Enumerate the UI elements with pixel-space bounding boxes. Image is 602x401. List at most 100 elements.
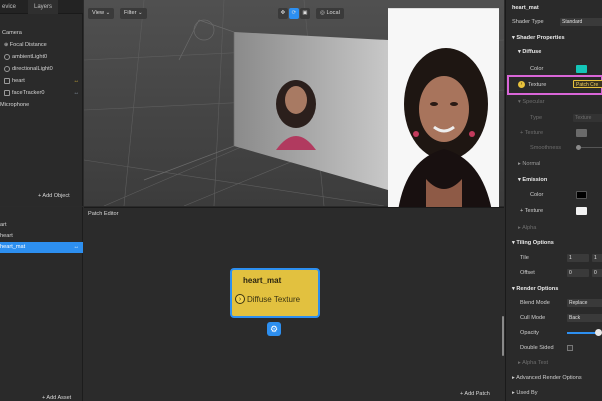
spec-texture-label: Texture	[524, 130, 544, 136]
emission-header[interactable]: ▾ Emission	[518, 174, 602, 186]
view-dropdown[interactable]: View ⌄	[88, 8, 115, 19]
tile-label: Tile	[520, 255, 529, 261]
patch-editor-title: Patch Editor	[88, 211, 119, 217]
shader-props-label: Shader Properties	[516, 35, 565, 41]
emission-color-swatch[interactable]	[576, 191, 587, 199]
render-options-header[interactable]: ▾ Render Options	[512, 283, 602, 295]
layer-item-label: ambientLight0	[12, 54, 48, 60]
asset-item-label: art	[0, 222, 7, 228]
double-sided-checkbox[interactable]	[567, 345, 573, 351]
asset-item[interactable]: art	[0, 220, 83, 231]
layer-item-facetracker[interactable]: faceTracker0 ↔	[0, 88, 83, 99]
offset-x-input[interactable]: 0	[567, 269, 589, 277]
layer-item-label: Camera	[2, 30, 22, 36]
face-tracker-icon	[4, 89, 10, 96]
local-toggle[interactable]: ◎ Local	[316, 8, 344, 19]
add-object-button[interactable]: + Add Object	[38, 193, 70, 199]
offset-label: Offset	[520, 270, 535, 276]
inspector-panel: heart_mat Shader Type Standard ▾ Shader …	[505, 0, 602, 401]
layer-item-label: Focal Distance	[9, 42, 47, 48]
node-port-label: Diffuse Texture	[247, 295, 301, 304]
layers-tabbar: evice Layers	[0, 0, 83, 14]
advanced-render-header[interactable]: ▸ Advanced Render Options	[512, 372, 602, 384]
layers-panel: evice Layers Camera ⊕ Focal Distance amb…	[0, 0, 83, 206]
shader-properties-header[interactable]: ▾ Shader Properties	[512, 32, 602, 44]
patch-editor[interactable]: Patch Editor heart_mat › Diffuse Texture…	[84, 207, 504, 401]
asset-item-label: heart	[0, 233, 13, 239]
smoothness-label: Smoothness	[530, 145, 562, 151]
advanced-label: Advanced Render Options	[516, 375, 582, 381]
normal-header[interactable]: ▸ Normal	[518, 158, 602, 170]
link-badge: ↔	[73, 78, 79, 84]
mesh-icon	[4, 77, 10, 84]
assets-panel: art heart heart_mat ↔ + Add Asset	[0, 207, 83, 401]
normal-label: Normal	[522, 161, 541, 167]
layer-item-heart[interactable]: heart ↔	[0, 76, 83, 87]
inspector-title: heart_mat	[512, 5, 539, 11]
emission-texture-label: Texture	[524, 208, 544, 214]
layer-item-microphone[interactable]: Microphone	[0, 100, 83, 111]
specular-header[interactable]: ▾ Specular	[518, 96, 602, 108]
spec-texture-swatch[interactable]	[576, 129, 587, 137]
tile-y-input[interactable]: 1	[592, 254, 602, 262]
spec-texture-row: + Texture	[520, 127, 602, 139]
gear-icon[interactable]: ⚙	[267, 322, 281, 336]
emission-color-label: Color	[530, 192, 544, 198]
layer-item-label: directionalLight0	[12, 66, 53, 72]
specular-label: Specular	[522, 99, 545, 105]
focal-icon: ⊕	[4, 42, 9, 48]
add-asset-button[interactable]: + Add Asset	[42, 395, 71, 401]
alpha-header[interactable]: ▸ Alpha	[518, 222, 602, 234]
tab-device[interactable]: evice	[0, 0, 22, 14]
layer-item-label: heart	[12, 78, 25, 84]
asset-item[interactable]: heart	[0, 231, 83, 242]
opacity-knob[interactable]	[595, 329, 602, 336]
emission-texture-swatch[interactable]	[576, 207, 587, 215]
asset-item-selected[interactable]: heart_mat ↔	[0, 242, 83, 253]
type-select[interactable]: Texture	[573, 114, 602, 122]
link-badge: ↔	[73, 244, 79, 250]
diffuse-header[interactable]: ▾ Diffuse	[518, 46, 602, 58]
patch-node-heart-mat[interactable]: heart_mat › Diffuse Texture	[230, 268, 320, 318]
alpha-label: Alpha	[522, 225, 537, 231]
layer-item-ambientlight[interactable]: ambientLight0	[0, 52, 83, 63]
diffuse-color-swatch[interactable]	[576, 65, 587, 73]
alpha-test-header[interactable]: ▸ Alpha Test	[518, 357, 602, 369]
render-label: Render Options	[516, 286, 559, 292]
tile-x-input[interactable]: 1	[567, 254, 589, 262]
camera-preview	[388, 8, 499, 210]
shader-type-select[interactable]: Standard	[560, 18, 602, 26]
node-title: heart_mat	[243, 276, 282, 285]
local-label: Local	[326, 10, 340, 16]
layer-item-directionallight[interactable]: directionalLight0	[0, 64, 83, 75]
patch-link-icon[interactable]: ›	[518, 81, 525, 88]
scrollbar[interactable]	[502, 316, 504, 356]
used-by-header[interactable]: ▸ Used By	[512, 387, 602, 399]
layer-item-camera[interactable]: Camera	[0, 28, 83, 39]
emission-label: Emission	[522, 177, 548, 183]
alpha-test-label: Alpha Test	[522, 360, 549, 366]
input-port-icon[interactable]: ›	[235, 294, 245, 304]
layer-item-focal-distance[interactable]: ⊕ Focal Distance	[0, 40, 83, 51]
tiling-options-header[interactable]: ▾ Tiling Options	[512, 237, 602, 249]
light-icon	[4, 53, 10, 60]
move-tool-icon[interactable]: ✥	[278, 8, 288, 19]
light-icon	[4, 65, 10, 72]
scale-tool-icon[interactable]: ▣	[300, 8, 310, 19]
scene-viewport[interactable]: View ⌄ Filter ⌄ ✥ ⟳ ▣ ◎ Local	[84, 0, 504, 210]
add-patch-button[interactable]: + Add Patch	[460, 391, 490, 397]
smoothness-knob[interactable]	[576, 145, 581, 150]
link-badge: ↔	[73, 90, 79, 96]
blend-mode-select[interactable]: Replace	[567, 299, 602, 307]
emission-texture-row: + Texture	[520, 205, 602, 217]
tab-layers[interactable]: Layers	[28, 0, 59, 14]
cull-mode-select[interactable]: Back	[567, 314, 602, 322]
rotate-tool-icon[interactable]: ⟳	[289, 8, 299, 19]
preview-person	[388, 9, 499, 210]
texture-patch-field[interactable]: Patch Cre	[573, 80, 602, 88]
filter-dropdown[interactable]: Filter ⌄	[120, 8, 147, 19]
tiling-label: Tiling Options	[516, 240, 554, 246]
offset-y-input[interactable]: 0	[592, 269, 602, 277]
double-sided-label: Double Sided	[520, 345, 554, 351]
diffuse-color-label: Color	[530, 66, 544, 72]
